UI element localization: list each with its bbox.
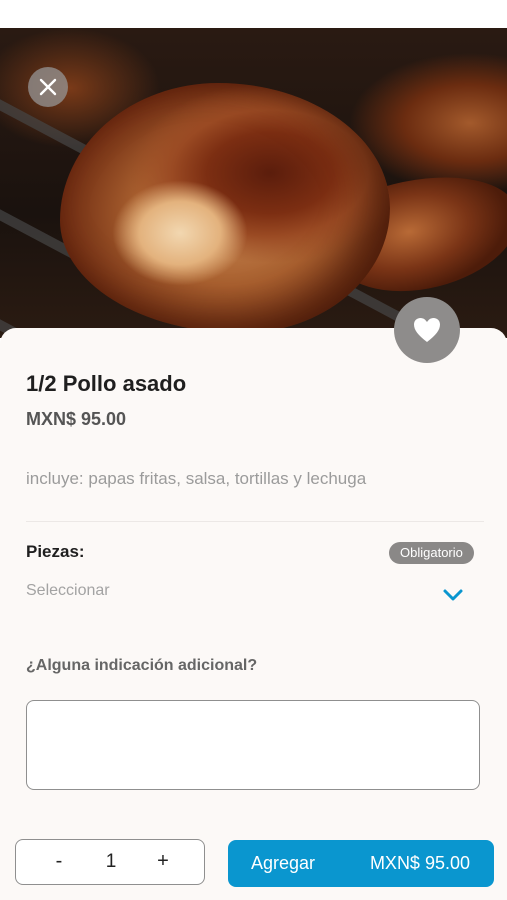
notes-input[interactable]	[26, 700, 480, 790]
chevron-down-icon	[443, 589, 463, 601]
quantity-stepper: - 1 +	[15, 839, 205, 885]
add-to-cart-label: Agregar	[251, 853, 316, 873]
close-button[interactable]	[28, 67, 68, 107]
product-description: incluye: papas fritas, salsa, tortillas …	[26, 469, 367, 488]
product-title: 1/2 Pollo asado	[26, 371, 187, 396]
pieces-select[interactable]: Seleccionar	[26, 578, 476, 614]
pieces-select-value: Seleccionar	[26, 582, 110, 599]
quantity-value: 1	[105, 850, 117, 872]
add-to-cart-button[interactable]: Agregar MXN$ 95.00	[228, 840, 494, 887]
pieces-label: Piezas:	[26, 542, 85, 561]
decrease-quantity-button[interactable]: -	[34, 840, 84, 883]
required-badge: Obligatorio	[389, 542, 474, 564]
product-photo	[0, 28, 507, 338]
favorite-button[interactable]	[394, 297, 460, 363]
add-to-cart-total: MXN$ 95.00	[369, 853, 470, 873]
drumstick-meat	[60, 83, 390, 333]
increase-quantity-button[interactable]: +	[138, 840, 188, 883]
heart-icon	[414, 318, 440, 342]
notes-label: ¿Alguna indicación adicional?	[26, 657, 258, 674]
close-icon	[39, 78, 57, 96]
product-price: MXN$ 95.00	[26, 409, 127, 429]
divider	[26, 521, 484, 522]
